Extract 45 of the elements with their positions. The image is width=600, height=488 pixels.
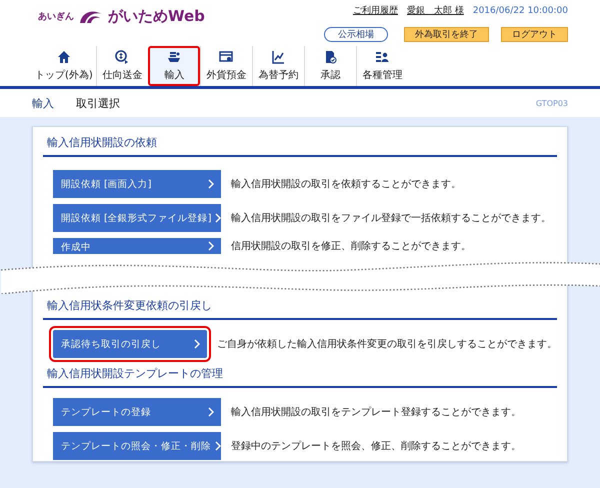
screen-id: GTOP03 <box>536 98 568 108</box>
product-name: がいためWeb <box>108 7 205 26</box>
chevron-icon <box>194 339 200 349</box>
date-time: 2016/06/22 10:00:00 <box>472 6 568 16</box>
nav-tab[interactable]: 承認 <box>304 46 356 86</box>
action-description: 輸入信用状開設の取引を依頼することができます。 <box>231 178 461 191</box>
bank-name: あいぎん <box>38 11 74 23</box>
action-button[interactable]: 承認待ち取引の引戻し <box>53 330 207 358</box>
section-heading: 輸入信用状開設の依頼 <box>43 135 557 157</box>
logo-icon <box>78 8 104 24</box>
nav-tab[interactable]: 外貨預金 <box>200 46 252 86</box>
chevron-icon <box>215 213 222 223</box>
person-list-icon <box>375 50 390 64</box>
home-icon <box>56 50 71 64</box>
action-button[interactable]: テンプレートの登録 <box>53 398 221 426</box>
chevron-icon <box>208 179 214 189</box>
header-button[interactable]: ログアウト <box>501 27 568 42</box>
action-description: 輸入信用状開設の取引をファイル登録で一括依頼することができます。 <box>231 212 551 225</box>
nav-tab[interactable]: 各種管理 <box>356 46 408 86</box>
action-description: 信用状開設の取引を修正、削除することができます。 <box>231 240 471 253</box>
section-heading: 輸入信用状開設テンプレートの管理 <box>43 366 557 388</box>
action-description: 輸入信用状開設の取引をテンプレート登録することができます。 <box>231 406 521 419</box>
breadcrumb-section: 輸入 <box>32 96 54 110</box>
action-button[interactable]: テンプレートの照会・修正・削除 <box>53 432 221 460</box>
chevron-icon <box>208 241 214 251</box>
ship-icon <box>167 50 182 64</box>
action-description: 登録中のテンプレートを照会、修正、削除することができます。 <box>231 440 521 453</box>
rates-button[interactable]: 公示相場 <box>324 27 388 42</box>
history-link[interactable]: ご利用履歴 <box>352 4 398 17</box>
nav-tab[interactable]: 輸入 <box>148 46 200 86</box>
chevron-icon <box>215 441 221 451</box>
chart-icon <box>271 50 286 64</box>
section-heading: 輸入信用状条件変更依頼の引戻し <box>43 298 557 320</box>
document-check-icon <box>323 50 338 64</box>
user-name[interactable]: 愛銀 太郎 様 <box>406 4 464 17</box>
page-title: 取引選択 <box>76 96 120 110</box>
nav-tab[interactable]: 為替予約 <box>252 46 304 86</box>
chevron-icon <box>208 407 214 417</box>
header-button[interactable]: 外為取引を終了 <box>404 27 489 42</box>
action-button[interactable]: 作成中 <box>53 238 221 254</box>
card-icon <box>219 50 234 64</box>
nav-tab[interactable]: トップ(外為) <box>32 46 96 86</box>
action-button[interactable]: 開設依頼 [画面入力] <box>53 170 221 198</box>
action-button[interactable]: 開設依頼 [全銀形式ファイル登録] <box>53 204 221 232</box>
action-description: ご自身が依頼した輸入信用状条件変更の取引を引戻しすることができます。 <box>217 338 557 351</box>
